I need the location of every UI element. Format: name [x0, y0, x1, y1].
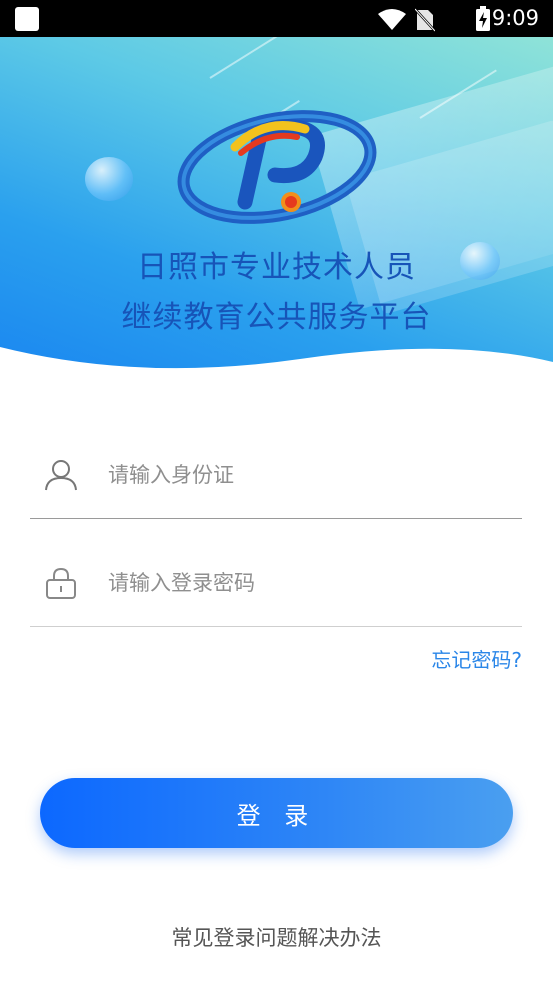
password-input[interactable] [106, 558, 510, 608]
login-button[interactable]: 登 录 [40, 778, 513, 848]
battery-charging-icon [476, 6, 490, 31]
p-logo-icon [177, 110, 377, 224]
header-title-line1: 日照市专业技术人员 [137, 250, 416, 285]
id-number-input[interactable] [106, 450, 510, 500]
status-time: 9:09 [491, 6, 539, 30]
no-sim-icon [415, 8, 435, 32]
lock-icon [46, 567, 76, 599]
forgot-password-link[interactable]: 忘记密码? [431, 644, 522, 673]
wifi-icon [378, 9, 406, 30]
login-help-link[interactable]: 常见登录问题解决办法 [0, 922, 553, 952]
status-bar: 9:09 [0, 0, 553, 37]
decorative-line [209, 37, 287, 79]
hero-wave [0, 347, 553, 377]
id-number-field [30, 428, 522, 519]
status-icons [377, 8, 435, 32]
header-title-line2: 继续教育公共服务平台 [121, 300, 432, 335]
decorative-bubble [85, 157, 133, 201]
hero-banner: 日照市专业技术人员 继续教育公共服务平台 [0, 37, 553, 377]
password-field [30, 536, 522, 627]
user-icon [45, 460, 77, 491]
app-square-icon [15, 7, 39, 31]
